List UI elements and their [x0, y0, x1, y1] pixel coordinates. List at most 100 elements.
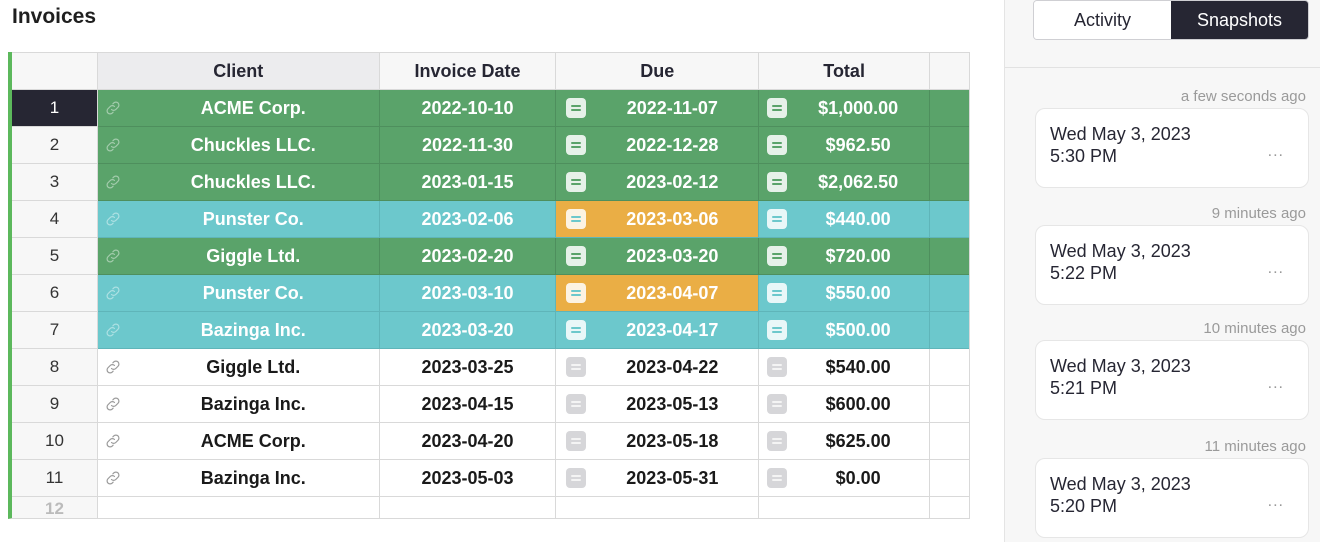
- row-number[interactable]: 12: [12, 497, 98, 518]
- cell-empty[interactable]: [930, 386, 969, 423]
- snapshot-card[interactable]: Wed May 3, 2023 5:22 PM...: [1035, 225, 1309, 305]
- link-icon[interactable]: [97, 275, 128, 312]
- cell-due[interactable]: 2023-05-31: [556, 460, 760, 497]
- cell-due[interactable]: 2023-04-17: [556, 312, 760, 349]
- cell-total[interactable]: $962.50: [759, 127, 931, 164]
- cell-invoice-date[interactable]: 2023-03-10: [379, 275, 557, 312]
- cell-invoice-date[interactable]: 2023-01-15: [379, 164, 557, 201]
- cell-empty[interactable]: [930, 423, 969, 460]
- table-row[interactable]: 3 Chuckles LLC. 2023-01-15 2023-02-12 $2,062…: [12, 164, 969, 201]
- row-number[interactable]: 7: [12, 312, 98, 349]
- table-row[interactable]: 11 Bazinga Inc. 2023-05-03 2023-05-31 $0.00: [12, 460, 969, 497]
- cell-invoice-date[interactable]: 2023-04-15: [379, 386, 557, 423]
- cell-invoice-date[interactable]: 2022-11-30: [379, 127, 557, 164]
- cell-client[interactable]: Giggle Ltd.: [127, 238, 380, 275]
- more-options-icon[interactable]: ...: [1268, 143, 1284, 161]
- row-number[interactable]: 11: [12, 460, 98, 497]
- row-number[interactable]: 6: [12, 275, 98, 312]
- cell-empty[interactable]: [930, 238, 969, 275]
- cell-total[interactable]: $1,000.00: [759, 90, 931, 127]
- link-icon[interactable]: [97, 238, 128, 275]
- link-icon[interactable]: [97, 127, 128, 164]
- cell-client[interactable]: Chuckles LLC.: [127, 127, 380, 164]
- cell-empty[interactable]: [930, 90, 969, 127]
- link-icon[interactable]: [97, 423, 128, 460]
- cell-total[interactable]: $500.00: [759, 312, 931, 349]
- snapshot-card[interactable]: Wed May 3, 2023 5:30 PM...: [1035, 108, 1309, 188]
- cell-due[interactable]: 2023-05-18: [556, 423, 760, 460]
- cell-total[interactable]: $0.00: [759, 460, 931, 497]
- table-row-partial[interactable]: 12: [12, 497, 969, 518]
- cell-invoice-date[interactable]: 2022-10-10: [379, 90, 557, 127]
- cell-due[interactable]: 2022-11-07: [556, 90, 760, 127]
- cell-client[interactable]: Bazinga Inc.: [127, 312, 380, 349]
- cell-client[interactable]: Chuckles LLC.: [127, 164, 380, 201]
- cell-client[interactable]: ACME Corp.: [127, 423, 380, 460]
- table-row[interactable]: 9 Bazinga Inc. 2023-04-15 2023-05-13 $600.00: [12, 386, 969, 423]
- row-number[interactable]: 1: [12, 90, 98, 127]
- cell-due[interactable]: 2023-04-07: [556, 275, 760, 312]
- table-row[interactable]: 4 Punster Co. 2023-02-06 2023-03-06 $440.00: [12, 201, 969, 238]
- table-row[interactable]: 7 Bazinga Inc. 2023-03-20 2023-04-17 $500.00: [12, 312, 969, 349]
- cell-client[interactable]: Punster Co.: [127, 275, 380, 312]
- cell-client[interactable]: Bazinga Inc.: [127, 460, 380, 497]
- cell-invoice-date[interactable]: 2023-03-20: [379, 312, 557, 349]
- table-row[interactable]: 8 Giggle Ltd. 2023-03-25 2023-04-22 $540.00: [12, 349, 969, 386]
- cell-due[interactable]: 2022-12-28: [556, 127, 760, 164]
- cell-empty[interactable]: [930, 312, 969, 349]
- cell-client[interactable]: Bazinga Inc.: [127, 386, 380, 423]
- row-number[interactable]: 10: [12, 423, 98, 460]
- cell-invoice-date[interactable]: 2023-02-20: [379, 238, 557, 275]
- tab-activity[interactable]: Activity: [1034, 1, 1171, 39]
- link-icon[interactable]: [97, 201, 128, 238]
- snapshot-card[interactable]: Wed May 3, 2023 5:21 PM...: [1035, 340, 1309, 420]
- row-number[interactable]: 3: [12, 164, 98, 201]
- cell-due[interactable]: 2023-05-13: [556, 386, 760, 423]
- cell-empty[interactable]: [930, 201, 969, 238]
- cell-empty[interactable]: [930, 127, 969, 164]
- column-header-invoice-date[interactable]: Invoice Date: [380, 53, 557, 89]
- row-number[interactable]: 2: [12, 127, 98, 164]
- snapshot-card[interactable]: Wed May 3, 2023 5:20 PM...: [1035, 458, 1309, 538]
- column-header-client[interactable]: Client: [97, 53, 380, 89]
- cell-total[interactable]: $720.00: [759, 238, 931, 275]
- tab-snapshots[interactable]: Snapshots: [1171, 1, 1308, 39]
- cell-invoice-date[interactable]: 2023-05-03: [379, 460, 557, 497]
- table-row[interactable]: 2 Chuckles LLC. 2022-11-30 2022-12-28 $962.5…: [12, 127, 969, 164]
- cell-empty[interactable]: [930, 349, 969, 386]
- more-options-icon[interactable]: ...: [1268, 375, 1284, 393]
- table-row[interactable]: 6 Punster Co. 2023-03-10 2023-04-07 $550.00: [12, 275, 969, 312]
- cell-invoice-date[interactable]: 2023-04-20: [379, 423, 557, 460]
- cell-due[interactable]: 2023-04-22: [556, 349, 760, 386]
- cell-due[interactable]: 2023-03-20: [556, 238, 760, 275]
- cell-empty[interactable]: [930, 460, 969, 497]
- link-icon[interactable]: [97, 312, 128, 349]
- cell-due[interactable]: 2023-02-12: [556, 164, 760, 201]
- link-icon[interactable]: [97, 460, 128, 497]
- link-icon[interactable]: [97, 90, 128, 127]
- table-row[interactable]: 1 ACME Corp. 2022-10-10 2022-11-07 $1,000.00: [12, 90, 969, 127]
- cell-client[interactable]: Giggle Ltd.: [127, 349, 380, 386]
- row-number-header[interactable]: [12, 53, 98, 89]
- row-number[interactable]: 8: [12, 349, 98, 386]
- row-number[interactable]: 5: [12, 238, 98, 275]
- column-header-add[interactable]: [930, 53, 969, 89]
- cell-total[interactable]: $600.00: [759, 386, 931, 423]
- column-header-total[interactable]: Total: [759, 53, 931, 89]
- cell-total[interactable]: $625.00: [759, 423, 931, 460]
- cell-empty[interactable]: [930, 275, 969, 312]
- cell-client[interactable]: Punster Co.: [127, 201, 380, 238]
- cell-client[interactable]: ACME Corp.: [127, 90, 380, 127]
- row-number[interactable]: 4: [12, 201, 98, 238]
- row-number[interactable]: 9: [12, 386, 98, 423]
- cell-total[interactable]: $550.00: [759, 275, 931, 312]
- cell-invoice-date[interactable]: 2023-03-25: [379, 349, 557, 386]
- link-icon[interactable]: [97, 349, 128, 386]
- more-options-icon[interactable]: ...: [1268, 260, 1284, 278]
- link-icon[interactable]: [97, 164, 128, 201]
- cell-total[interactable]: $540.00: [759, 349, 931, 386]
- more-options-icon[interactable]: ...: [1268, 493, 1284, 511]
- column-header-due[interactable]: Due: [556, 53, 760, 89]
- cell-invoice-date[interactable]: 2023-02-06: [379, 201, 557, 238]
- cell-empty[interactable]: [930, 164, 969, 201]
